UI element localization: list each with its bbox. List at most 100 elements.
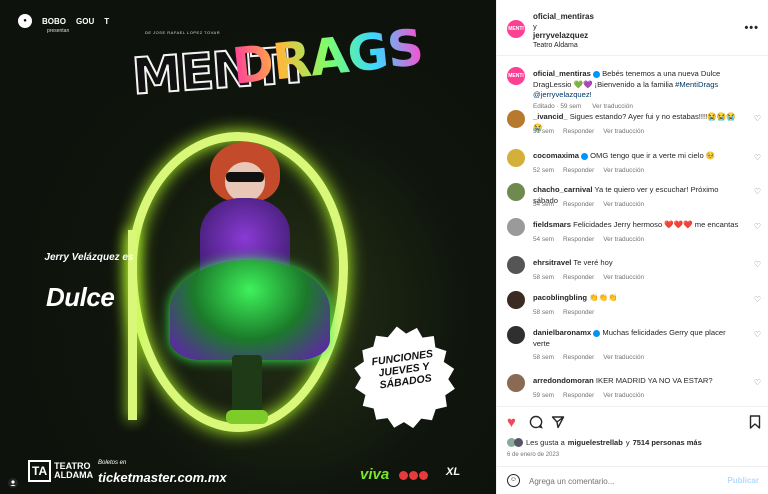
caption-edited: Editado · 59 sem <box>533 103 582 110</box>
translate-link[interactable]: Ver traducción <box>603 354 644 361</box>
comment-meta: 58 sem Responder <box>533 309 603 316</box>
likes-text-pre: Les gusta a <box>526 438 565 447</box>
comment-like-heart-icon[interactable]: ♡ <box>754 222 761 231</box>
header-location[interactable]: Teatro Aldama <box>533 42 578 49</box>
comment-username[interactable]: ehrsitravel <box>533 258 571 267</box>
more-options-icon[interactable]: ••• <box>744 22 759 34</box>
drag-performer-figure <box>170 140 340 430</box>
translate-link[interactable]: Ver traducción <box>603 392 644 399</box>
comment-username[interactable]: cocomaxima <box>533 151 579 160</box>
performer-skirt <box>170 260 330 360</box>
comment-username[interactable]: pacoblingbling <box>533 293 587 302</box>
ta-mark: TA <box>28 460 52 482</box>
comment-input[interactable] <box>529 473 719 489</box>
sponsor-logo-t: T <box>104 16 110 26</box>
comments-list: MENTI oficial_mentiras Bebés tenemos a u… <box>497 56 768 406</box>
sponsor-logos: ● BOBO GOU T <box>18 14 109 28</box>
avatar[interactable] <box>507 256 525 274</box>
avatar[interactable] <box>507 149 525 167</box>
logo-credit: DE JOSE RAFAEL LOPEZ TOVAR <box>145 30 221 35</box>
translate-link[interactable]: Ver traducción <box>603 128 644 135</box>
share-icon[interactable] <box>551 415 565 432</box>
xl-logo: XL <box>446 466 461 478</box>
publish-button[interactable]: Publicar <box>727 476 759 485</box>
comment-username[interactable]: fieldsmars <box>533 220 571 229</box>
add-comment-bar: ☺ Publicar <box>497 466 768 494</box>
comment-username[interactable]: _ivancid_ <box>533 112 568 121</box>
avatar[interactable] <box>507 291 525 309</box>
mention-link[interactable]: @jerryvelazquez! <box>533 90 592 99</box>
comment-like-heart-icon[interactable]: ♡ <box>754 330 761 339</box>
reply-link[interactable]: Responder <box>563 201 594 208</box>
avatar[interactable] <box>507 183 525 201</box>
comment-meta: 58 sem Responder Ver traducción <box>533 354 653 361</box>
avatar[interactable]: MENTI <box>507 67 525 85</box>
avatar[interactable]: MENTI <box>507 20 525 38</box>
comment-text: fieldsmars Felicidades Jerry hermoso ❤️❤… <box>533 220 743 231</box>
comment-like-heart-icon[interactable]: ♡ <box>754 187 761 196</box>
emoji-icon[interactable]: ☺ <box>507 474 520 487</box>
comment-like-heart-icon[interactable]: ♡ <box>754 153 761 162</box>
dulce-title: Dulce <box>46 282 115 312</box>
comment-time: 54 sem <box>533 236 554 243</box>
translate-link[interactable]: Ver traducción <box>603 167 644 174</box>
avatar[interactable] <box>507 110 525 128</box>
comment-body: OMG tengo que ir a verte mi cielo 🥺 <box>590 151 716 160</box>
teatro-name: TEATRO ALDAMA <box>54 461 94 480</box>
comment-meta: 54 sem Responder Ver traducción <box>533 201 653 208</box>
comment-username[interactable]: chacho_carnival <box>533 185 593 194</box>
boletos-label: Boletos en <box>98 460 127 466</box>
liker-avatar <box>514 438 523 447</box>
post-side-panel: MENTI oficial_mentiras y jerryvelazquez … <box>496 0 768 494</box>
reply-link[interactable]: Responder <box>563 392 594 399</box>
sponsor-logo-bobo-mark: ● <box>18 14 32 28</box>
reply-link[interactable]: Responder <box>563 274 594 281</box>
translate-link[interactable]: Ver traducción <box>603 201 644 208</box>
likes-count[interactable]: 7514 personas más <box>633 438 702 447</box>
post-header: MENTI oficial_mentiras y jerryvelazquez … <box>497 0 768 56</box>
comment-meta: 52 sem Responder Ver traducción <box>533 167 653 174</box>
translate-link[interactable]: Ver traducción <box>603 274 644 281</box>
comment-body: IKER MADRID YA NO VA ESTAR? <box>595 376 713 385</box>
comment-username[interactable]: arredondomoran <box>533 376 594 385</box>
hashtag-link[interactable]: #MentiDrags <box>675 80 718 89</box>
header-conjunction: y <box>533 22 537 31</box>
likes-user[interactable]: miguelestrellab <box>568 438 623 447</box>
verified-icon <box>592 70 600 78</box>
avatar[interactable] <box>507 218 525 236</box>
reply-link[interactable]: Responder <box>563 128 594 135</box>
translate-link[interactable]: Ver traducción <box>592 103 633 110</box>
comment-icon[interactable] <box>529 415 543 432</box>
jerry-line: Jerry Velázquez es <box>44 252 134 263</box>
sponsor-logo-bobo: BOBO <box>42 16 66 26</box>
comment-body: Felicidades Jerry hermoso ❤️❤️❤️ me enca… <box>573 220 739 229</box>
sponsor-logo-gou: GOU <box>76 16 95 26</box>
comment-text: arredondomoran IKER MADRID YA NO VA ESTA… <box>533 376 743 387</box>
reply-link[interactable]: Responder <box>563 167 594 174</box>
comment-like-heart-icon[interactable]: ♡ <box>754 114 761 123</box>
avatar[interactable] <box>507 326 525 344</box>
performer-shoes <box>226 410 268 424</box>
tagged-user-icon[interactable] <box>8 478 18 488</box>
translate-link[interactable]: Ver traducción <box>603 236 644 243</box>
reply-link[interactable]: Responder <box>563 236 594 243</box>
like-heart-icon[interactable]: ♥ <box>507 415 516 430</box>
caption-text: oficial_mentiras Bebés tenemos a una nue… <box>533 69 743 101</box>
comment-like-heart-icon[interactable]: ♡ <box>754 378 761 387</box>
comment-time: 51 sem <box>533 128 554 135</box>
performer-legs <box>232 355 262 415</box>
save-bookmark-icon[interactable] <box>749 415 761 432</box>
reply-link[interactable]: Responder <box>563 354 594 361</box>
post-image[interactable]: ● BOBO GOU T presentan DE JOSE RAFAEL LO… <box>0 0 496 494</box>
comment-like-heart-icon[interactable]: ♡ <box>754 260 761 269</box>
header-username-1[interactable]: oficial_mentiras <box>533 12 594 21</box>
performer-face <box>225 162 265 202</box>
comment-meta: 58 sem Responder Ver traducción <box>533 274 653 281</box>
avatar[interactable] <box>507 374 525 392</box>
comment-text: cocomaxima OMG tengo que ir a verte mi c… <box>533 151 743 162</box>
reply-link[interactable]: Responder <box>563 309 594 316</box>
comment-like-heart-icon[interactable]: ♡ <box>754 295 761 304</box>
comment-username[interactable]: danielbaronamx <box>533 328 591 337</box>
header-username-2[interactable]: jerryvelazquez <box>533 31 588 40</box>
caption-username[interactable]: oficial_mentiras <box>533 69 591 78</box>
